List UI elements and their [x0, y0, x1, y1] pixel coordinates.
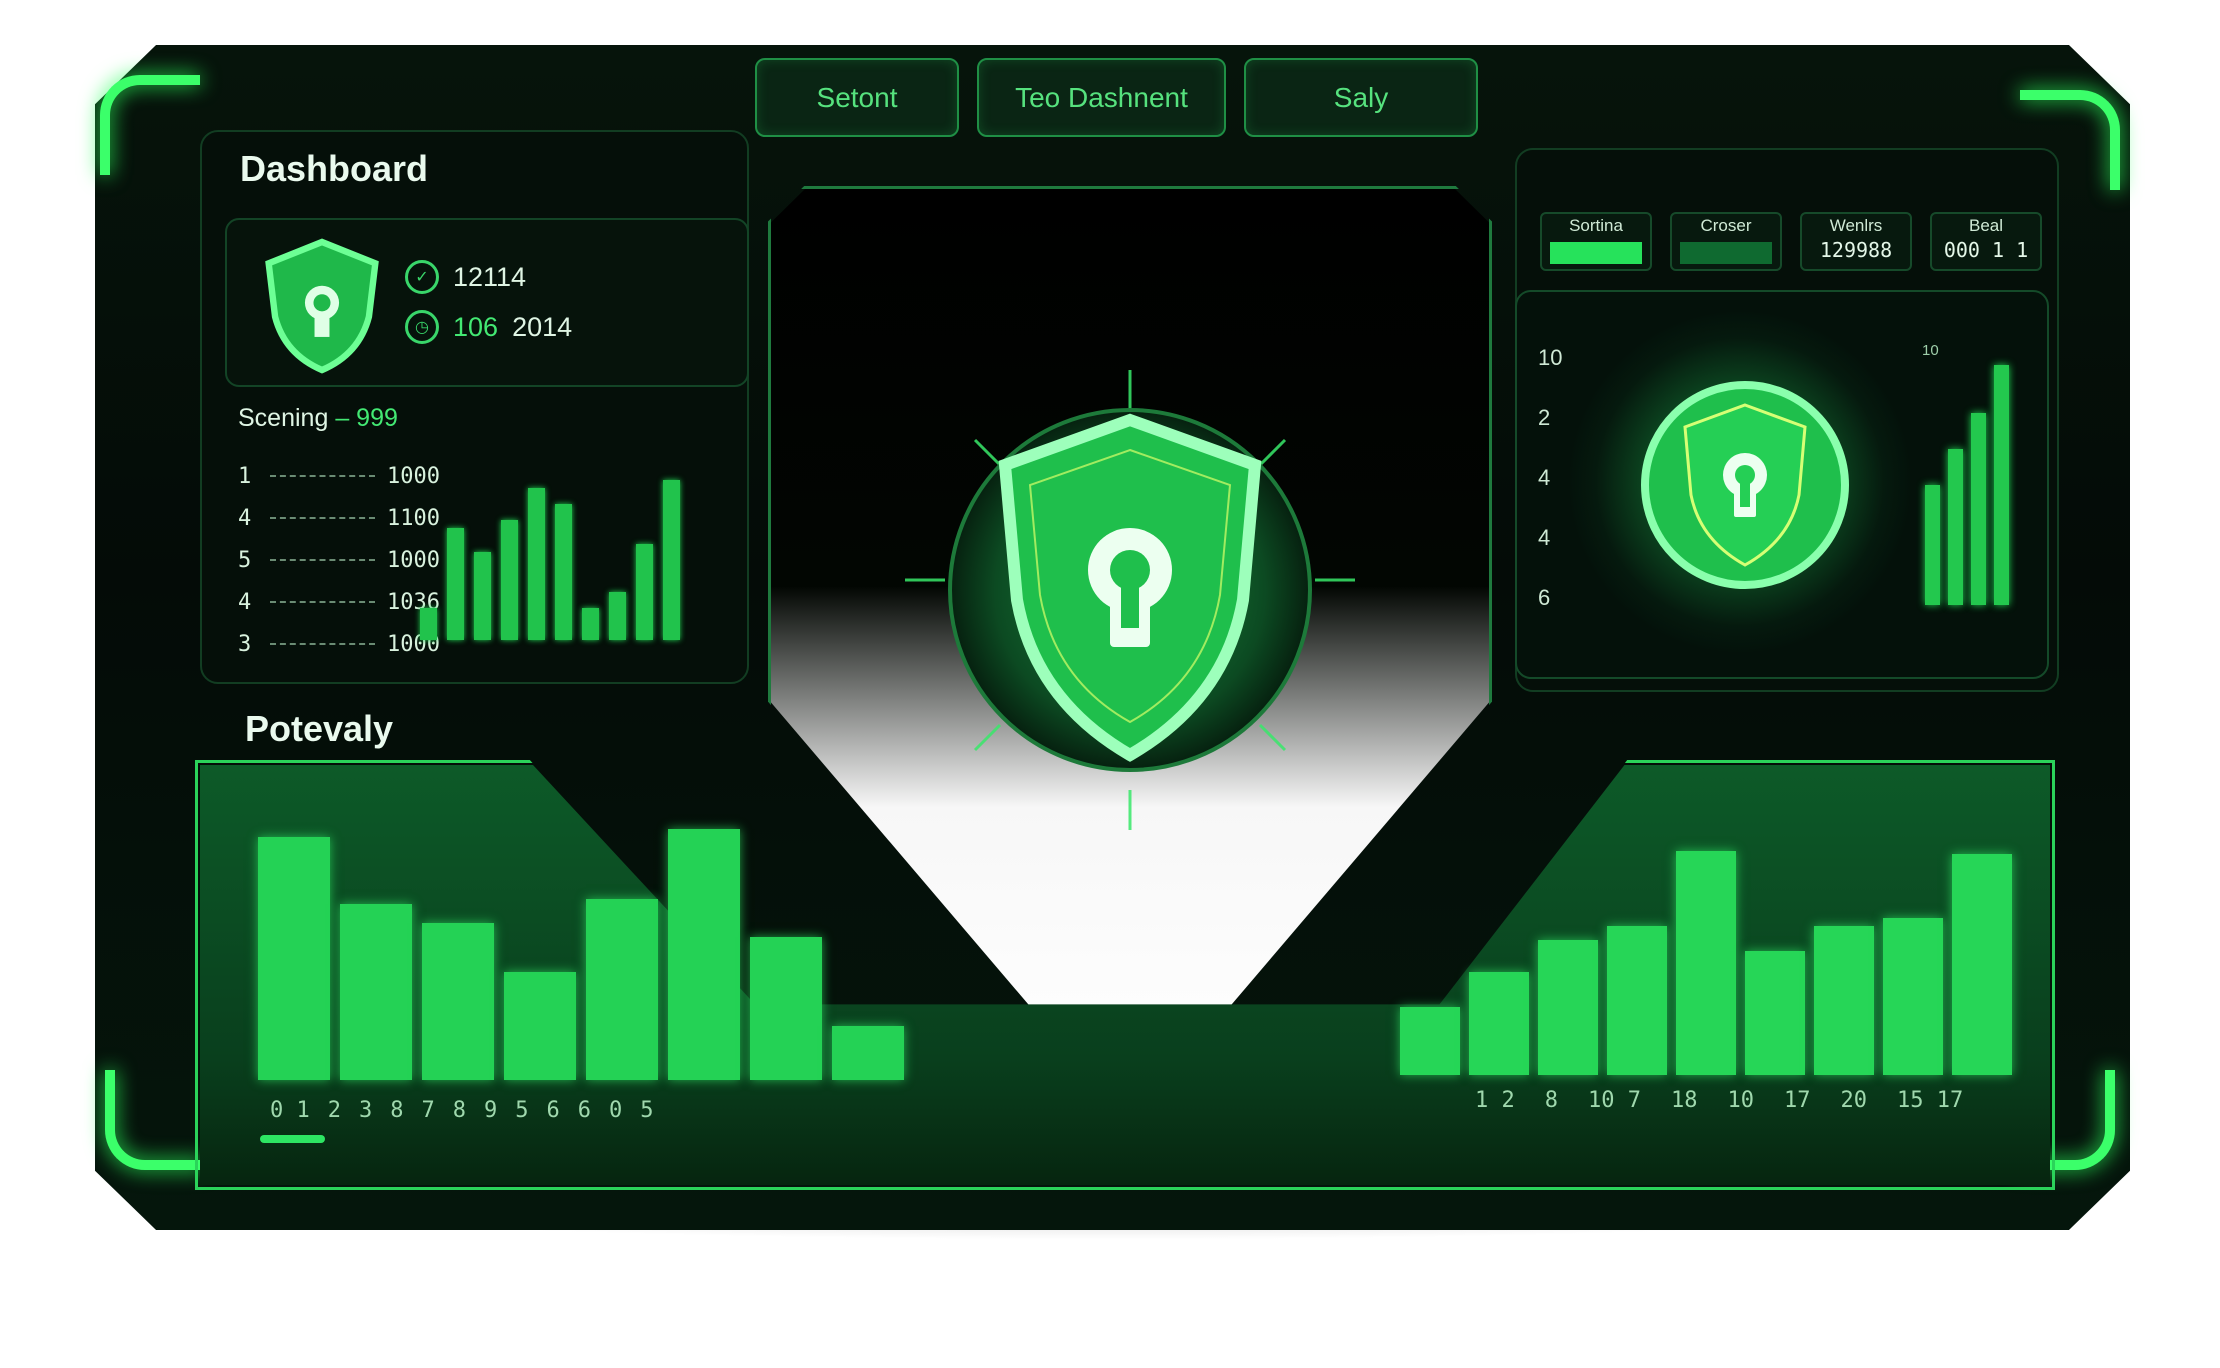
- right-bottom-bar: [1676, 851, 1736, 1075]
- list-item: 3 1000: [238, 631, 440, 657]
- x-tick-label: 8: [452, 1098, 466, 1123]
- x-tick-label: 6: [577, 1098, 591, 1123]
- score-value: – 999: [335, 404, 398, 432]
- mini-bar: [636, 544, 653, 640]
- mini-bar: [555, 504, 572, 640]
- x-tick-label: 10 7: [1588, 1088, 1641, 1113]
- right-bottom-bar: [1745, 951, 1805, 1075]
- right-bottom-bar: [1538, 940, 1598, 1075]
- mini-tab-wenlrs[interactable]: Wenlrs 129988: [1800, 212, 1912, 271]
- right-bottom-bar: [1607, 926, 1667, 1075]
- potevaly-bar: [340, 904, 412, 1080]
- radar-shield-lock-icon: [1641, 381, 1849, 589]
- potevaly-bar: [504, 972, 576, 1080]
- x-tick-label: 8: [1544, 1088, 1558, 1113]
- tab-saly[interactable]: Saly: [1244, 58, 1478, 137]
- mini-bar: [501, 520, 518, 640]
- potevaly-bar-chart: [258, 800, 904, 1080]
- right-bar: [1971, 413, 1986, 605]
- fill-indicator: [1680, 242, 1772, 264]
- potevaly-x-ticks: 0 123878956605: [270, 1098, 654, 1123]
- x-tick-label: 6: [546, 1098, 560, 1123]
- right-bar: [1925, 485, 1940, 605]
- radar-axis-labels: 10 2 4 4 6: [1538, 345, 1563, 610]
- right-bottom-bar: [1883, 918, 1943, 1075]
- x-tick-label: 17: [1783, 1088, 1811, 1113]
- stats-mini-tabs: Sortina Croser Wenlrs 129988 Beal 000 1 …: [1540, 212, 2042, 271]
- x-tick-label: 0 1: [270, 1098, 310, 1123]
- x-tick-label: 10: [1727, 1088, 1754, 1113]
- mini-tab-croser[interactable]: Croser: [1670, 212, 1782, 271]
- mini-bar: [447, 528, 464, 640]
- mini-bar: [609, 592, 626, 640]
- score-line: Scening – 999: [238, 404, 398, 433]
- stat-value-1: 12114: [453, 261, 527, 292]
- right-mini-bar-chart: [1925, 360, 2009, 605]
- tab-teo-dashnent[interactable]: Teo Dashnent: [977, 58, 1226, 137]
- mini-tab-beal[interactable]: Beal 000 1 1: [1930, 212, 2042, 271]
- stat-prefix-2: 106: [453, 311, 499, 342]
- list-item: 1 1000: [238, 463, 440, 489]
- right-bottom-bar-chart: [1400, 800, 2012, 1075]
- mini-bar: [420, 608, 437, 640]
- right-bar: [1948, 449, 1963, 605]
- potevaly-bar: [258, 837, 330, 1080]
- dashboard-title: Dashboard: [240, 148, 429, 189]
- right-bottom-bar: [1400, 1007, 1460, 1075]
- mini-tab-sortina[interactable]: Sortina: [1540, 212, 1652, 271]
- mini-bar: [474, 552, 491, 640]
- corner-bracket-bottom-left: [105, 1070, 205, 1170]
- dashboard-list: 1 1000 4 1100 5 1000 4 1036 3 1000: [238, 455, 440, 665]
- x-tick-label: 0: [609, 1098, 623, 1123]
- score-label: Scening: [238, 404, 329, 432]
- corner-bracket-top-left: [100, 75, 200, 175]
- x-tick-label: 20: [1840, 1088, 1867, 1113]
- small-shield-icon: [265, 238, 379, 374]
- x-tick-label: 18: [1670, 1088, 1698, 1113]
- list-item: 5 1000: [238, 547, 440, 573]
- potevaly-bar: [668, 829, 740, 1080]
- mini-bar: [582, 608, 599, 640]
- right-bottom-x-ticks: 1 2 8 10 7 18 10 17 20 15 17: [1475, 1088, 1963, 1113]
- stat-value-2: 2014: [512, 311, 573, 342]
- x-tick-label: 3: [359, 1098, 373, 1123]
- right-bottom-bar: [1814, 926, 1874, 1075]
- right-bars-label: 10: [1922, 342, 1939, 359]
- potevaly-bar: [832, 1026, 904, 1080]
- list-item: 4 1036: [238, 589, 440, 615]
- check-circle-icon: ✓: [405, 260, 439, 294]
- potevaly-bar: [750, 937, 822, 1080]
- list-item: 4 1100: [238, 505, 440, 531]
- potevaly-title: Potevaly: [245, 708, 394, 749]
- x-tick-label: 2: [327, 1098, 341, 1123]
- x-tick-label: 15 17: [1896, 1088, 1964, 1113]
- potevaly-bar: [422, 923, 494, 1080]
- fill-indicator: [1550, 242, 1642, 264]
- stat-row-2: ◷ 106 2014: [405, 310, 572, 344]
- potevaly-bar: [586, 899, 658, 1080]
- top-tab-bar: Setont Teo Dashnent Saly: [755, 58, 1478, 137]
- security-shield-lock-icon: [905, 370, 1355, 830]
- x-tick-label: 5: [640, 1098, 654, 1123]
- x-tick-label: 9: [484, 1098, 498, 1123]
- x-tick-label: 7: [421, 1098, 435, 1123]
- mini-bar: [528, 488, 545, 640]
- right-bottom-bar: [1952, 854, 2012, 1075]
- clock-icon: ◷: [405, 310, 439, 344]
- x-tick-label: 5: [515, 1098, 529, 1123]
- dashboard-mini-bar-chart: [420, 470, 680, 640]
- mini-bar: [663, 480, 680, 640]
- x-tick-label: 1 2: [1475, 1088, 1515, 1113]
- x-tick-label: 8: [390, 1098, 404, 1123]
- right-bottom-bar: [1469, 972, 1529, 1075]
- right-bar: [1994, 365, 2009, 605]
- stat-row-1: ✓ 12114: [405, 260, 526, 294]
- scroll-indicator[interactable]: [260, 1135, 325, 1143]
- tab-setont[interactable]: Setont: [755, 58, 959, 137]
